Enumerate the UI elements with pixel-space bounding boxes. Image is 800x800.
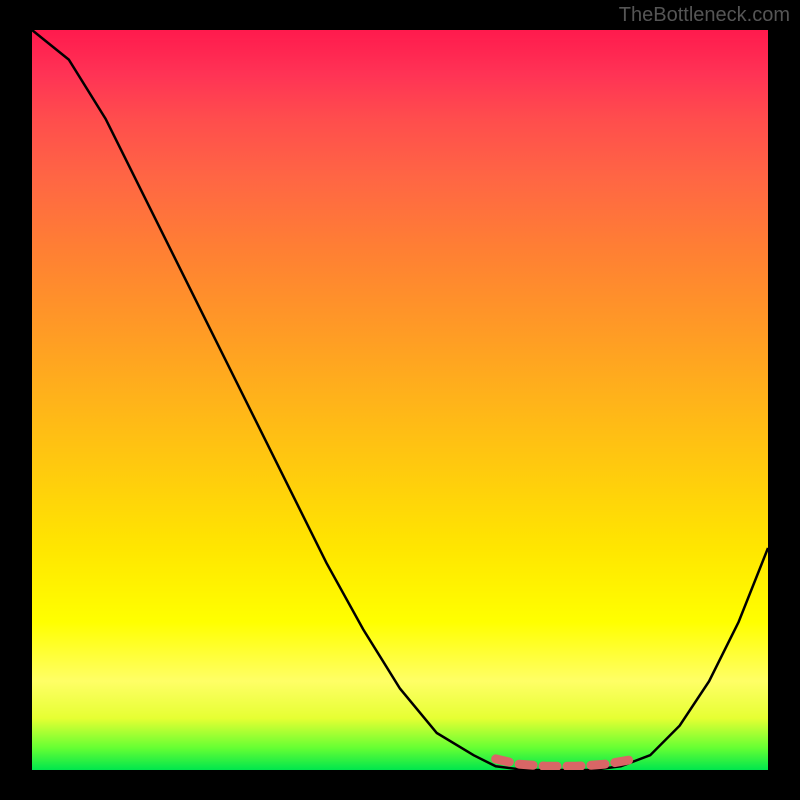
chart-plot-area [32, 30, 768, 770]
bottleneck-curve-line [32, 30, 768, 770]
watermark-text: TheBottleneck.com [619, 4, 790, 27]
bottleneck-curve-path [32, 30, 768, 770]
optimal-zone-marker [496, 759, 636, 766]
optimal-zone-path [496, 759, 636, 766]
chart-svg [32, 30, 768, 770]
